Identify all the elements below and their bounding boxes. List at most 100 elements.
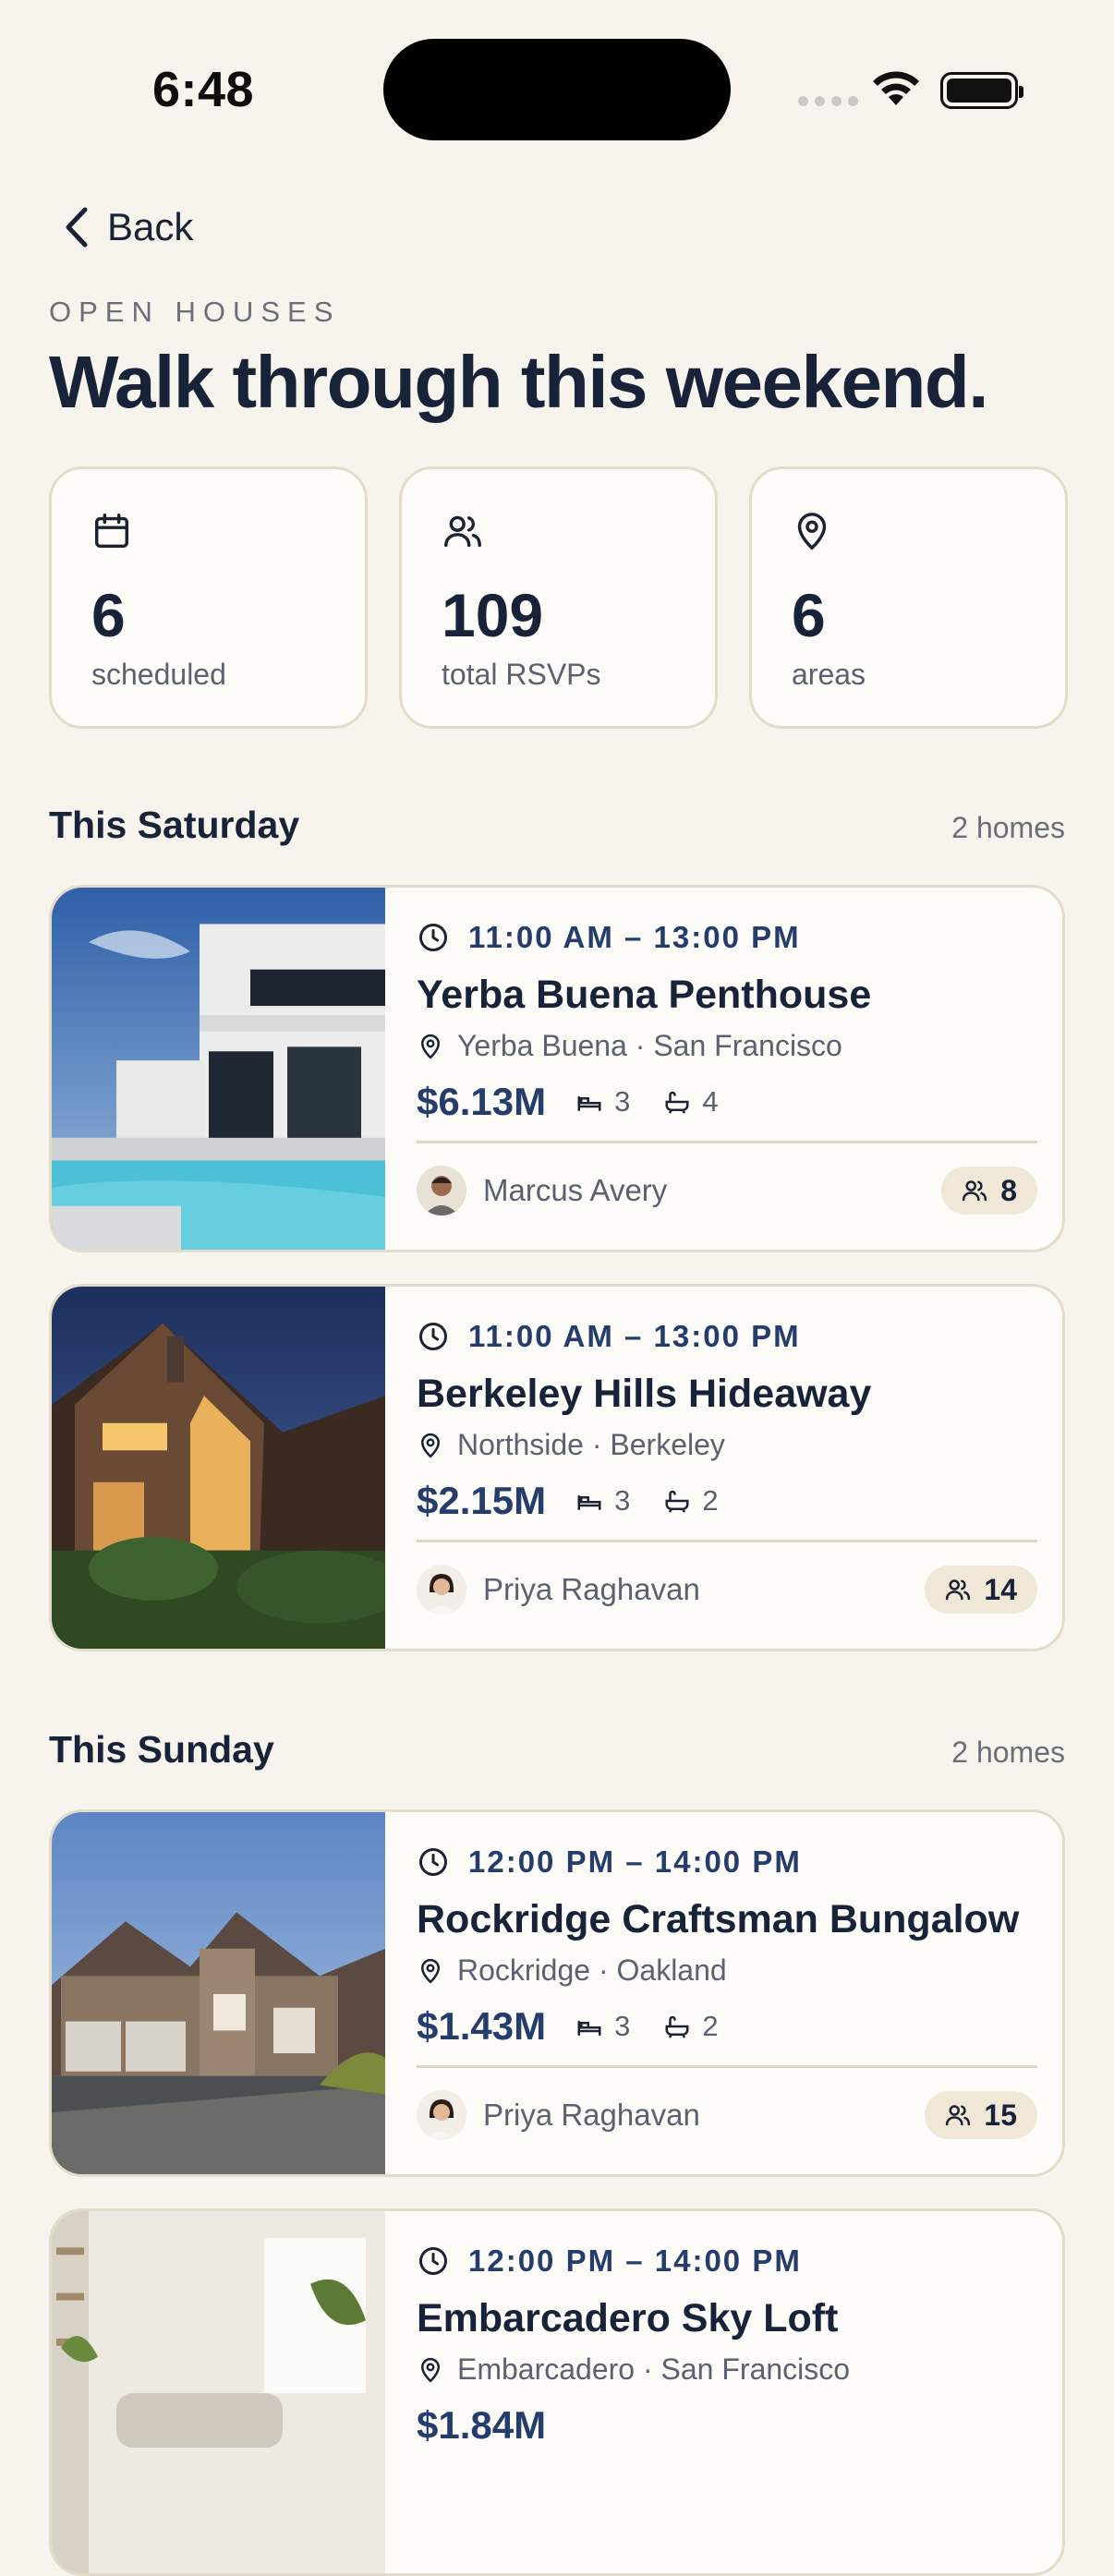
listing-location-text: Northside · Berkeley [457,1428,725,1461]
baths-count: 2 [661,2010,719,2043]
page-title: Walk through this weekend. [49,341,988,423]
section-count: 2 homes [951,811,1065,844]
listing-title: Yerba Buena Penthouse [417,973,872,1017]
stat-label: areas [792,658,866,691]
agent[interactable]: Priya Raghavan [417,2090,700,2140]
stat-value: 6 [91,581,126,649]
beds-count: 3 [574,1085,630,1119]
bed-icon [577,2020,601,2036]
agent[interactable]: Marcus Avery [417,1166,667,1215]
rsvp-count: 8 [1000,1173,1017,1207]
clock-icon [419,2247,447,2275]
listing-meta: $6.13M 3 4 [417,1080,1037,1124]
stats-row: 6 scheduled 109 total RSVPs 6 areas [49,466,1068,729]
rsvp-badge: 8 [941,1167,1037,1215]
listing-card[interactable]: 12:00 PM – 14:00 PM Embarcadero Sky Loft… [49,2208,1065,2576]
map-pin-icon [420,1958,441,1984]
listing-price: $1.84M [417,2403,547,2447]
battery-icon [940,72,1023,109]
rsvp-count: 14 [984,1572,1017,1606]
agent[interactable]: Priya Raghavan [417,1565,700,1615]
listing-time: 11:00 AM – 13:00 PM [417,919,1037,956]
listing-location-text: Embarcadero · San Francisco [457,2352,851,2386]
section-title: This Sunday [49,1728,274,1771]
avatar [417,1565,466,1615]
section-count: 2 homes [951,1735,1065,1769]
card-divider [417,1540,1037,1542]
map-pin-icon [420,2357,441,2383]
baths-count: 4 [661,1085,719,1119]
listing-time-text: 12:00 PM – 14:00 PM [468,2243,802,2278]
beds-count: 3 [574,2010,630,2043]
listing-meta: $1.84M [417,2403,1037,2448]
section-header-saturday: This Saturday 2 homes [49,804,1065,847]
beds-value: 3 [614,2010,631,2042]
bath-icon [665,1091,689,1114]
baths-value: 2 [702,1484,719,1517]
card-divider [417,2065,1037,2068]
bath-icon [665,2015,689,2038]
avatar [417,2090,466,2140]
page-eyebrow: OPEN HOUSES [49,296,341,328]
agent-row: Marcus Avery 8 [417,1166,1037,1215]
listing-time: 11:00 AM – 13:00 PM [417,1318,1037,1355]
rsvp-badge: 14 [925,1566,1037,1614]
baths-count: 2 [661,1484,719,1518]
stat-label: total RSVPs [442,658,601,691]
agent-row: Priya Raghavan 15 [417,2090,1037,2140]
back-button[interactable]: Back [63,205,193,249]
beds-count: 3 [574,1484,630,1518]
beds-value: 3 [614,1085,631,1118]
agent-row: Priya Raghavan 14 [417,1565,1037,1615]
dynamic-island [383,39,731,140]
listing-time: 12:00 PM – 14:00 PM [417,1844,1037,1881]
listing-location: Embarcadero · San Francisco [417,2352,1037,2387]
listing-time: 12:00 PM – 14:00 PM [417,2243,1037,2280]
listing-title: Rockridge Craftsman Bungalow [417,1897,1020,1941]
clock-icon [419,1848,447,1876]
users-icon [963,1180,987,1202]
card-divider [417,1141,1037,1143]
stat-card-rsvps: 109 total RSVPs [399,466,718,729]
users-icon [946,1579,971,1601]
clock-icon [419,1323,447,1350]
agent-name: Priya Raghavan [483,2098,700,2132]
listing-title: Embarcadero Sky Loft [417,2296,839,2340]
bed-icon [577,1494,601,1510]
listing-photo [52,1812,385,2174]
section-header-sunday: This Sunday 2 homes [49,1728,1065,1772]
stat-card-areas: 6 areas [749,466,1068,729]
listing-meta: $2.15M 3 2 [417,1479,1037,1523]
listing-price: $2.15M [417,1479,547,1522]
listing-location-text: Yerba Buena · San Francisco [457,1029,842,1062]
calendar-icon [94,514,129,549]
bed-icon [577,1095,601,1111]
clock-icon [419,924,447,951]
cellular-signal-icon [798,96,858,106]
agent-name: Priya Raghavan [483,1572,700,1606]
listing-location-text: Rockridge · Oakland [457,1953,727,1987]
listing-photo [52,1287,385,1649]
listing-location: Yerba Buena · San Francisco [417,1029,1037,1063]
listing-time-text: 11:00 AM – 13:00 PM [468,1319,801,1353]
users-icon [946,2105,971,2126]
listing-title: Berkeley Hills Hideaway [417,1372,872,1416]
listing-card[interactable]: 11:00 AM – 13:00 PM Yerba Buena Penthous… [49,885,1065,1252]
listing-price: $1.43M [417,2004,547,2048]
listing-time-text: 12:00 PM – 14:00 PM [468,1844,802,1879]
back-label: Back [107,205,194,248]
listing-price: $6.13M [417,1080,547,1123]
baths-value: 4 [702,1085,719,1118]
listing-time-text: 11:00 AM – 13:00 PM [468,920,801,954]
stat-value: 109 [442,581,544,649]
stat-label: scheduled [91,658,226,691]
section-title: This Saturday [49,804,300,846]
beds-value: 3 [614,1484,631,1517]
users-icon [444,515,481,548]
status-bar: 6:48 [0,0,1114,175]
listing-location: Northside · Berkeley [417,1428,1037,1462]
wifi-icon [873,71,919,105]
listing-card[interactable]: 11:00 AM – 13:00 PM Berkeley Hills Hidea… [49,1284,1065,1651]
listing-location: Rockridge · Oakland [417,1953,1037,1988]
listing-card[interactable]: 12:00 PM – 14:00 PM Rockridge Craftsman … [49,1809,1065,2177]
